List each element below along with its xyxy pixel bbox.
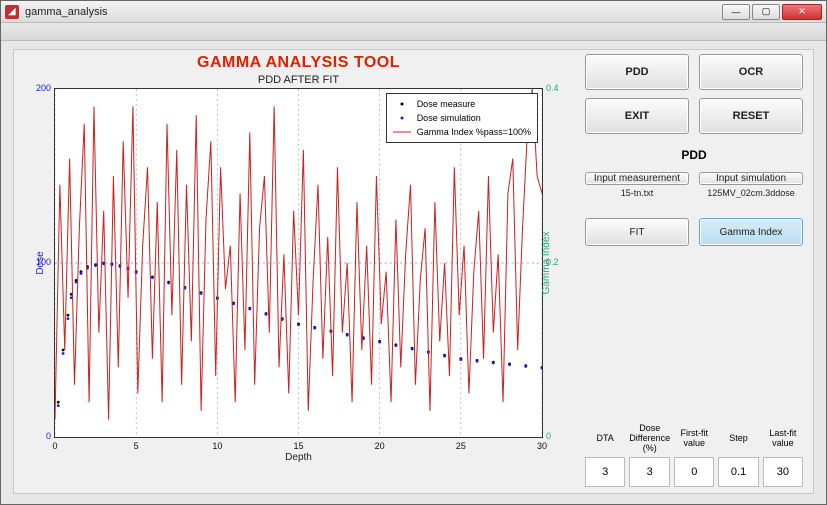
params-table: DTA 3 Dose Difference (%) 3 First-fit va… [585,423,803,487]
pdd-button[interactable]: PDD [585,54,689,90]
param-dta: DTA 3 [585,423,625,487]
param-value[interactable]: 0.1 [718,457,758,487]
fit-button[interactable]: FIT [585,218,689,246]
reset-button[interactable]: RESET [699,98,803,134]
param-last-fit: Last-fit value 30 [763,423,803,487]
input-measurement-button[interactable]: Input measurement [585,172,689,185]
chart-title: PDD AFTER FIT [24,74,573,86]
window-controls: — ▢ ✕ [722,4,822,20]
legend-label: Gamma Index %pass=100% [417,125,531,139]
param-step: Step 0.1 [718,423,758,487]
param-value[interactable]: 3 [629,457,670,487]
dot-icon [393,100,411,108]
param-value[interactable]: 0 [674,457,714,487]
chart-axes: Dose measure Dose simulation Gamma Index… [54,88,543,438]
simulation-filename: 125MV_02cm.3ddose [699,188,803,198]
chart-region: GAMMA ANALYSIS TOOL PDD AFTER FIT Dose m… [24,54,573,487]
legend: Dose measure Dose simulation Gamma Index… [386,93,538,143]
maximize-button[interactable]: ▢ [752,4,780,20]
window-title: gamma_analysis [25,6,108,18]
app-window: ◢ gamma_analysis — ▢ ✕ GAMMA ANALYSIS TO… [0,0,827,505]
controls-region: PDD OCR EXIT RESET PDD Input measurement… [573,54,803,487]
legend-item-simulation: Dose simulation [393,111,531,125]
param-dose-diff: Dose Difference (%) 3 [629,423,670,487]
titlebar[interactable]: ◢ gamma_analysis — ▢ ✕ [1,1,826,23]
close-button[interactable]: ✕ [782,4,822,20]
app-title: GAMMA ANALYSIS TOOL [24,54,573,72]
dot-icon [393,114,411,122]
param-first-fit: First-fit value 0 [674,423,714,487]
legend-item-gamma: Gamma Index %pass=100% [393,125,531,139]
menu-toolbar [1,23,826,41]
minimize-button[interactable]: — [722,4,750,20]
param-header: Step [729,423,748,453]
line-icon [393,128,411,136]
section-label: PDD [585,148,803,162]
legend-item-measure: Dose measure [393,97,531,111]
matlab-icon: ◢ [5,5,19,19]
content-area: GAMMA ANALYSIS TOOL PDD AFTER FIT Dose m… [1,41,826,504]
exit-button[interactable]: EXIT [585,98,689,134]
param-value[interactable]: 3 [585,457,625,487]
legend-label: Dose measure [417,97,476,111]
x-axis-label: Depth [285,452,312,463]
main-panel: GAMMA ANALYSIS TOOL PDD AFTER FIT Dose m… [13,49,814,494]
measurement-filename: 15-tn.txt [585,188,689,198]
legend-label: Dose simulation [417,111,481,125]
gamma-index-button[interactable]: Gamma Index [699,218,803,246]
ocr-button[interactable]: OCR [699,54,803,90]
param-header: Last-fit value [763,423,803,453]
param-value[interactable]: 30 [763,457,803,487]
input-simulation-button[interactable]: Input simulation [699,172,803,185]
param-header: DTA [596,423,613,453]
toolbar-item[interactable] [7,27,10,37]
param-header: Dose Difference (%) [629,423,670,453]
param-header: First-fit value [674,423,714,453]
